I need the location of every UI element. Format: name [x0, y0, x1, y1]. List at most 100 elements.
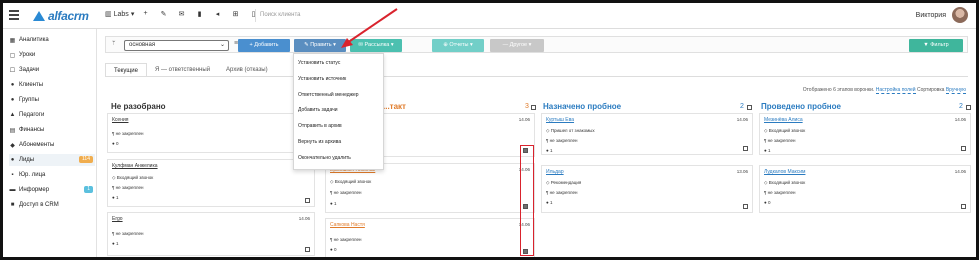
branch-selector[interactable]: ▥ Labs ▾	[105, 10, 135, 19]
lead-checkbox[interactable]	[743, 204, 748, 209]
filter-bar: ᛘ основная ⌄ ≡ + Добавить ✎ Править ▾ ✉ …	[105, 36, 968, 53]
lead-source: ◇ Пришел от знакомых	[546, 128, 595, 133]
tab-mine[interactable]: Я — ответственный	[147, 63, 218, 77]
sidebar-item-label: Юр. лица	[19, 172, 46, 178]
tab-bar: Текущие Я — ответственный Архив (отказы)	[105, 63, 276, 77]
sidebar-item-label: Группы	[19, 97, 39, 103]
lead-count: ● 0	[330, 247, 337, 252]
lead-checkbox[interactable]	[305, 198, 310, 203]
filter-icon[interactable]: ᛘ	[112, 41, 116, 47]
lead-card[interactable]: Ермошкин Николай 14.06 ◇ Входящий звонок…	[325, 163, 535, 213]
user-name[interactable]: Виктория	[916, 12, 946, 19]
lead-card[interactable]: Ильдар 13.06 ◇ Рекомендация ¶ не закрепл…	[541, 165, 753, 213]
lead-card[interactable]: Ergo 14.06 ¶ не закреплен ● 1	[107, 212, 315, 256]
column-count-trial-scheduled: 2	[740, 103, 744, 110]
tab-current[interactable]: Текущие	[105, 63, 147, 77]
lead-name[interactable]: Ильдар	[546, 169, 564, 175]
column-title-contact: ...такт	[383, 102, 406, 111]
column-select-checkbox[interactable]	[747, 105, 752, 110]
annotation-arrow	[341, 8, 398, 48]
lead-assignee: ¶ не закреплен	[546, 190, 578, 195]
pipeline-info: Отображено 6 этапов воронки. Настройка п…	[802, 87, 966, 94]
lead-card[interactable]: Мезинёва Алиса 14.06 ◇ Входящий звонок ¶…	[759, 113, 971, 155]
file-icon[interactable]: ▮	[195, 10, 204, 18]
lead-checkbox[interactable]	[305, 247, 310, 252]
toolbar-icons: + ✎ ✉ ▮ ◂ ⊞ ▯	[141, 10, 258, 18]
tag-icon: ◆	[10, 142, 15, 149]
sort-label: Сортировка	[916, 87, 945, 93]
lead-source: ◇ Входящий звонок	[112, 175, 154, 180]
lead-card[interactable]: Ксения ¶ не закреплен ● 0	[107, 113, 315, 153]
wrench-icon[interactable]: ✎	[159, 10, 168, 18]
chevron-down-icon: ▾	[130, 11, 135, 18]
lead-card[interactable]: Кулфман Анжелика ◇ Входящий звонок ¶ не …	[107, 159, 315, 207]
sidebar-item-groups[interactable]: ● Группы	[9, 94, 95, 106]
sidebar-item-crm-access[interactable]: ■ Доступ в CRM	[9, 199, 95, 211]
column-select-checkbox[interactable]	[966, 105, 971, 110]
sidebar-item-informer[interactable]: ▬ Информер 1	[9, 184, 95, 196]
menu-item-set-source[interactable]: Установить источник	[294, 72, 383, 88]
lead-name[interactable]: Ergo	[112, 216, 123, 222]
lead-count: ● 1	[764, 148, 771, 153]
pipeline-info-text: Отображено 6 этапов воронки.	[802, 87, 875, 93]
cart-icon[interactable]: ⊞	[231, 10, 240, 18]
highlight-box	[520, 145, 534, 256]
sidebar-item-label: Лиды	[19, 157, 35, 163]
lead-card[interactable]: Лудкалов Максим 14.06 ◇ Входящий звонок …	[759, 165, 971, 213]
other-button[interactable]: — Другое ▾	[490, 39, 544, 52]
add-button[interactable]: + Добавить	[238, 39, 290, 52]
lead-count: ● 1	[546, 148, 553, 153]
menu-item-unarchive[interactable]: Вернуть из архива	[294, 135, 383, 151]
sidebar-item-label: Аналитика	[19, 37, 49, 43]
tab-archive[interactable]: Архив (отказы)	[218, 63, 276, 77]
lead-name[interactable]: Мезинёва Алиса	[764, 117, 803, 123]
sidebar-item-analytics[interactable]: ▦ Аналитика	[9, 34, 95, 46]
menu-item-set-status[interactable]: Установить статус	[294, 56, 383, 72]
sidebar-item-label: Педагоги	[19, 112, 45, 118]
reports-button[interactable]: ⊕ Отчеты ▾	[432, 39, 484, 52]
lock-icon: ■	[10, 202, 15, 208]
lead-name[interactable]: Кулфман Анжелика	[112, 163, 158, 169]
lead-date: 14.06	[518, 117, 530, 122]
building-icon: ▥	[105, 11, 112, 18]
lead-count: ● 1	[546, 200, 553, 205]
menu-item-delete[interactable]: Окончательно удалить	[294, 151, 383, 167]
lead-date: 14.06	[954, 117, 966, 122]
menu-item-add-tasks[interactable]: Добавить задачи	[294, 103, 383, 119]
lead-checkbox[interactable]	[743, 146, 748, 151]
pipeline-select[interactable]: основная ⌄	[124, 40, 229, 51]
lead-card[interactable]: Куртыш Ева 14.06 ◇ Пришел от знакомых ¶ …	[541, 113, 753, 155]
sidebar-item-teachers[interactable]: ▲ Педагоги	[9, 109, 95, 121]
sidebar-item-subscriptions[interactable]: ◆ Абонементы	[9, 139, 95, 151]
sidebar-item-lessons[interactable]: ▢ Уроки	[9, 49, 95, 61]
send-icon[interactable]: ◂	[213, 10, 222, 18]
sidebar-item-tasks[interactable]: ☐ Задачи	[9, 64, 95, 76]
column-select-checkbox[interactable]	[531, 105, 536, 110]
lead-checkbox[interactable]	[961, 146, 966, 151]
group-icon: ●	[10, 97, 15, 103]
configure-fields-link[interactable]: Настройка полей	[875, 87, 916, 94]
sidebar-item-clients[interactable]: ● Клиенты	[9, 79, 95, 91]
menu-item-archive[interactable]: Отправить в архив	[294, 119, 383, 135]
sidebar-item-finance[interactable]: ▤ Финансы	[9, 124, 95, 136]
lead-date: 14.06	[298, 216, 310, 221]
lead-source: ◇ Входящий звонок	[764, 128, 806, 133]
edit-dropdown-menu: Установить статус Установить источник От…	[293, 53, 384, 170]
lead-assignee: ¶ не закреплен	[330, 237, 362, 242]
plus-icon[interactable]: +	[141, 10, 150, 18]
lead-name[interactable]: Куртыш Ева	[546, 117, 574, 123]
lead-name[interactable]: Ксения	[112, 117, 128, 123]
menu-icon[interactable]	[9, 10, 19, 20]
avatar[interactable]	[952, 7, 968, 23]
sort-mode-link[interactable]: Вручную	[945, 87, 966, 94]
sidebar-item-leads[interactable]: ● Лиды 114	[9, 154, 95, 166]
sidebar-item-legal-entities[interactable]: ▪ Юр. лица	[9, 169, 95, 181]
lead-name[interactable]: Сапкова Настя	[330, 222, 365, 228]
lead-card[interactable]: Сапкова Настя 14.06 ¶ не закреплен ● 0	[325, 218, 535, 257]
menu-item-responsible-manager[interactable]: Ответственный менеджер	[294, 88, 383, 104]
lead-checkbox[interactable]	[961, 204, 966, 209]
lead-name[interactable]: Лудкалов Максим	[764, 169, 805, 175]
logo[interactable]: alfacrm	[33, 8, 89, 24]
mail-icon[interactable]: ✉	[177, 10, 186, 18]
filter-button[interactable]: ▼ Фильтр	[909, 39, 963, 52]
